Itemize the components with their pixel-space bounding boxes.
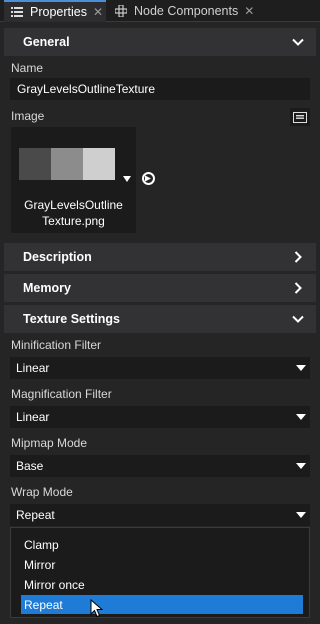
dropdown-arrow-icon bbox=[296, 365, 306, 371]
panel-tab-bar: Properties ✕ Node Components ✕ bbox=[0, 0, 320, 22]
mipmap-mode-value: Base bbox=[16, 459, 44, 473]
mipmap-mode-label: Mipmap Mode bbox=[11, 436, 88, 450]
section-description[interactable]: Description bbox=[4, 243, 316, 271]
wrap-option-mirror[interactable]: Mirror bbox=[21, 555, 303, 574]
magnification-filter-dropdown[interactable]: Linear bbox=[10, 406, 310, 428]
chevron-down-icon bbox=[292, 315, 304, 323]
dropdown-arrow-icon bbox=[296, 414, 306, 420]
magnification-filter-label: Magnification Filter bbox=[11, 387, 112, 401]
components-icon bbox=[114, 4, 128, 18]
image-label: Image bbox=[11, 109, 45, 123]
wrap-mode-value: Repeat bbox=[16, 508, 55, 522]
tab-properties[interactable]: Properties ✕ bbox=[4, 0, 106, 22]
gray-swatch-light bbox=[83, 148, 115, 180]
section-general-label: General bbox=[23, 35, 70, 49]
magnification-filter-value: Linear bbox=[16, 410, 50, 424]
mipmap-mode-dropdown[interactable]: Base bbox=[10, 455, 310, 477]
wrap-mode-label: Wrap Mode bbox=[11, 485, 73, 499]
section-memory-label: Memory bbox=[23, 281, 71, 295]
image-preview[interactable]: GrayLevelsOutline Texture.png bbox=[11, 127, 136, 233]
wrap-mode-dropdown[interactable]: Repeat bbox=[10, 504, 310, 526]
list-icon bbox=[10, 5, 24, 19]
section-general[interactable]: General bbox=[4, 28, 316, 56]
section-memory[interactable]: Memory bbox=[4, 274, 316, 302]
wrap-option-clamp[interactable]: Clamp bbox=[21, 535, 303, 554]
section-texture-settings[interactable]: Texture Settings bbox=[4, 305, 316, 333]
name-label: Name bbox=[11, 61, 44, 75]
minification-filter-dropdown[interactable]: Linear bbox=[10, 357, 310, 379]
image-filename-line1: GrayLevelsOutline bbox=[24, 198, 123, 212]
chevron-right-icon bbox=[294, 251, 302, 263]
image-options-button[interactable] bbox=[290, 108, 310, 126]
wrap-option-repeat[interactable]: Repeat bbox=[21, 595, 303, 614]
image-filename: GrayLevelsOutline Texture.png bbox=[11, 197, 136, 229]
minification-filter-label: Minification Filter bbox=[11, 338, 102, 352]
minification-filter-value: Linear bbox=[16, 361, 50, 375]
reset-icon[interactable] bbox=[141, 171, 156, 186]
wrap-option-mirror-once[interactable]: Mirror once bbox=[21, 575, 303, 594]
tab-node-components[interactable]: Node Components ✕ bbox=[108, 0, 264, 22]
chevron-down-icon bbox=[292, 38, 304, 46]
section-texture-settings-label: Texture Settings bbox=[23, 312, 121, 326]
close-icon[interactable]: ✕ bbox=[93, 5, 103, 19]
dropdown-arrow-icon bbox=[296, 512, 306, 518]
tab-node-components-label: Node Components bbox=[134, 4, 239, 18]
tab-properties-label: Properties bbox=[30, 5, 87, 19]
dropdown-arrow-icon bbox=[296, 463, 306, 469]
wrap-mode-options-popup: Clamp Mirror Mirror once Repeat bbox=[10, 527, 310, 618]
gray-swatch-mid bbox=[51, 148, 83, 180]
close-icon[interactable]: ✕ bbox=[244, 4, 254, 18]
chevron-right-icon bbox=[294, 282, 302, 294]
mouse-cursor-icon bbox=[90, 599, 103, 618]
image-filename-line2: Texture.png bbox=[42, 214, 105, 228]
gray-swatch-dark bbox=[19, 148, 51, 180]
image-browse-icon bbox=[293, 111, 307, 123]
name-field[interactable]: GrayLevelsOutlineTexture bbox=[10, 78, 310, 100]
image-dropdown-arrow[interactable] bbox=[123, 176, 131, 182]
section-description-label: Description bbox=[23, 250, 92, 264]
